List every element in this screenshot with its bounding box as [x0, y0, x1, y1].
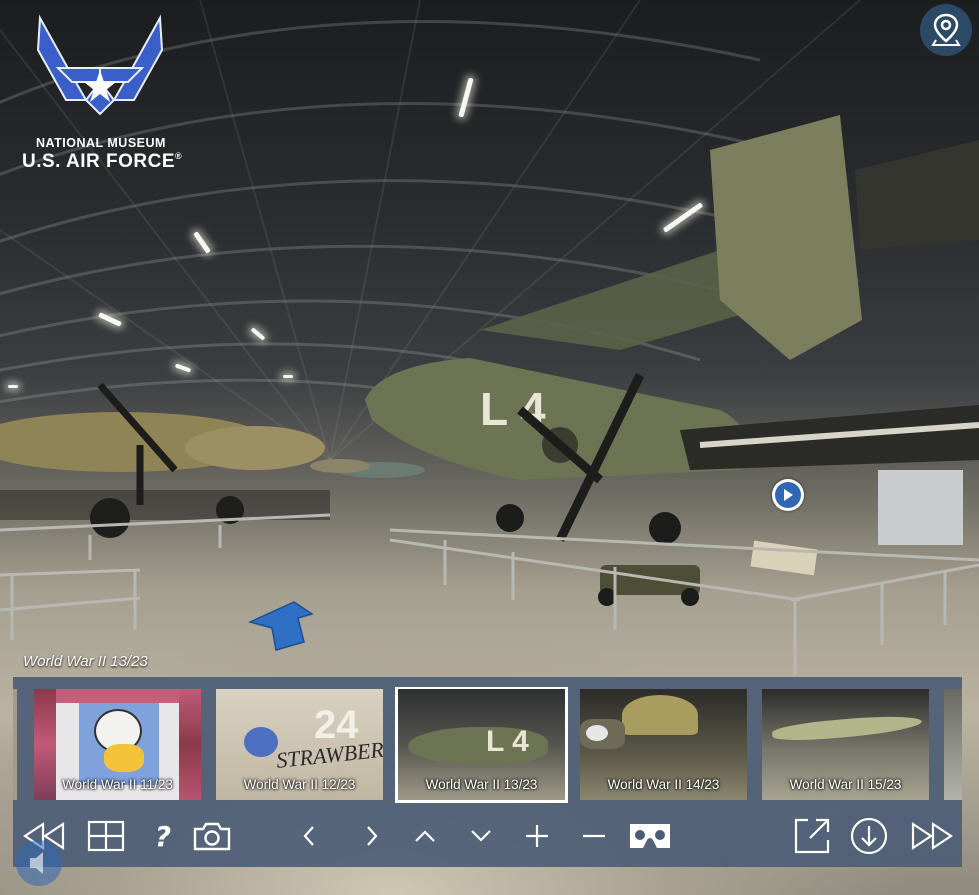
- logo-text-airforce-label: U.S. AIR FORCE: [22, 151, 176, 172]
- pan-right-button[interactable]: [354, 813, 390, 859]
- thumbnail-partial[interactable]: [944, 689, 962, 800]
- thumbnail-partial[interactable]: [13, 689, 17, 800]
- pan-up-button[interactable]: [407, 813, 443, 859]
- thumbnail-label: World War II 13/23: [425, 777, 538, 792]
- audio-button[interactable]: [16, 840, 62, 886]
- thumbnail-item[interactable]: World War II 11/23: [34, 689, 201, 800]
- hotspot-ring: [775, 482, 801, 508]
- thumbnail-label: World War II 15/23: [789, 777, 902, 792]
- play-icon: [784, 489, 793, 501]
- camera-icon: [193, 822, 231, 851]
- help-icon: ?: [154, 819, 172, 853]
- vr-mode-button[interactable]: [625, 813, 675, 859]
- info-hotspot[interactable]: [772, 479, 804, 511]
- speaker-icon: [30, 852, 43, 874]
- logo-text-museum: NATIONAL MUSEUM: [36, 136, 166, 150]
- logo-text-airforce: U.S. AIR FORCE®: [22, 151, 182, 173]
- fast-forward-icon: [911, 821, 953, 851]
- pan-down-button[interactable]: [463, 813, 499, 859]
- zoom-in-button[interactable]: [519, 813, 555, 859]
- chevron-right-icon: [367, 826, 378, 846]
- chevron-left-icon: [303, 826, 314, 846]
- expand-icon: [794, 818, 830, 854]
- next-scene-button[interactable]: [907, 813, 957, 859]
- download-button[interactable]: [847, 813, 891, 859]
- pan-left-button[interactable]: [291, 813, 327, 859]
- map-pin-icon: [931, 13, 961, 46]
- chevron-down-icon: [471, 830, 491, 842]
- plus-icon: [526, 825, 548, 847]
- thumbnail-label: World War II 11/23: [62, 777, 173, 792]
- fullscreen-button[interactable]: [791, 813, 833, 859]
- up-arrow-icon: [247, 601, 314, 651]
- ceiling-light: [8, 385, 18, 388]
- ceiling-light: [283, 375, 293, 378]
- toolbar: ?: [13, 813, 962, 863]
- screenshot-button[interactable]: [189, 813, 235, 859]
- thumbnail-item[interactable]: World War II 15/23: [762, 689, 929, 800]
- grid-icon: [87, 820, 125, 852]
- air-force-wings-icon: [36, 14, 164, 116]
- thumbnail-item-active[interactable]: L 4 World War II 13/23: [395, 687, 568, 803]
- zoom-out-button[interactable]: [576, 813, 612, 859]
- minus-icon: [583, 834, 605, 838]
- registered-mark: ®: [175, 151, 183, 161]
- thumbnail-strip[interactable]: World War II 11/23 24 STRAWBERRY World W…: [13, 687, 962, 803]
- museum-logo[interactable]: NATIONAL MUSEUM U.S. AIR FORCE®: [10, 10, 200, 172]
- thumbnails-grid-button[interactable]: [83, 813, 129, 859]
- thumbnail-item[interactable]: World War II 14/23: [580, 689, 747, 800]
- navigate-forward-arrow[interactable]: [246, 600, 316, 652]
- scene-title: World War II 13/23: [23, 653, 148, 670]
- vr-headset-icon: [630, 824, 670, 848]
- thumbnail-label: World War II 12/23: [243, 777, 356, 792]
- help-button[interactable]: ?: [143, 813, 183, 859]
- thumbnail-item[interactable]: 24 STRAWBERRY World War II 12/23: [216, 689, 383, 800]
- chevron-up-icon: [415, 830, 435, 842]
- control-panel: World War II 11/23 24 STRAWBERRY World W…: [13, 677, 962, 867]
- thumbnail-label: World War II 14/23: [607, 777, 720, 792]
- map-button[interactable]: [920, 4, 972, 56]
- download-icon: [850, 817, 888, 855]
